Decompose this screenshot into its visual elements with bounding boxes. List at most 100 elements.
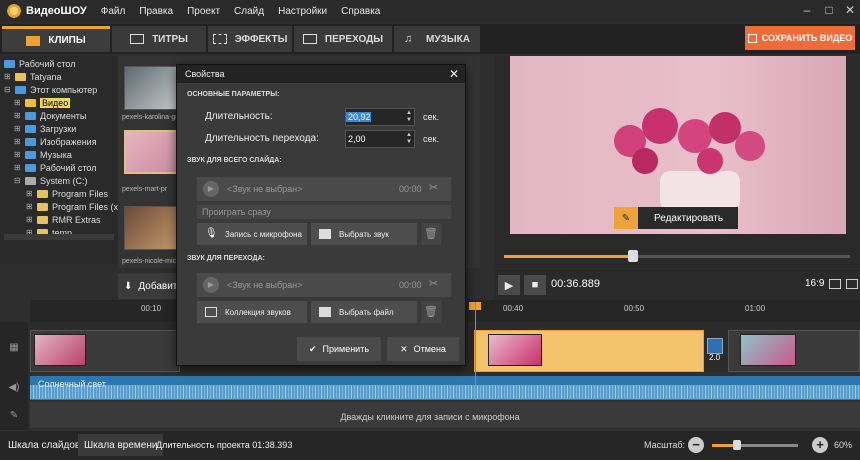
trash-icon[interactable]: 🗑 — [421, 301, 441, 323]
apply-label: Применить — [322, 344, 370, 354]
play-sound-icon[interactable]: ▶ — [203, 181, 219, 197]
transition-duration-input[interactable]: 2,00 ▲ ▼ — [345, 130, 415, 148]
expand-icon[interactable]: ⊞ — [4, 72, 12, 81]
transition-sound-time: 00:00 — [399, 280, 422, 290]
spinner-arrows-icon[interactable]: ▲ ▼ — [406, 110, 412, 124]
zoom-in-icon[interactable]: + — [812, 437, 828, 453]
close-icon[interactable]: ✕ — [843, 3, 857, 17]
preview-scrubber[interactable] — [504, 255, 850, 258]
expand-icon[interactable]: ⊞ — [14, 98, 22, 107]
expand-icon[interactable]: ⊞ — [26, 215, 34, 224]
drive-icon — [25, 176, 36, 185]
thumbnail-video-1[interactable] — [124, 66, 180, 110]
tree-item-program-files[interactable]: ⊞ Program Files — [26, 187, 108, 200]
ruler-tick-label: 00:10 — [141, 304, 162, 313]
menu-edit[interactable]: Правка — [139, 6, 173, 17]
expand-icon[interactable]: ⊞ — [14, 137, 22, 146]
scissors-icon[interactable]: ✂ — [429, 181, 438, 194]
scissors-icon[interactable]: ✂ — [429, 277, 438, 290]
duration-label: Длительность: — [205, 111, 273, 122]
menu-help[interactable]: Справка — [341, 6, 380, 17]
tab-titles[interactable]: ТИТРЫ — [112, 26, 206, 52]
trash-icon[interactable]: 🗑 — [421, 223, 441, 245]
menu-file[interactable]: Файл — [101, 6, 126, 17]
computer-icon — [15, 85, 26, 94]
zoom-out-icon[interactable]: − — [688, 437, 704, 453]
aspect-ratio[interactable]: 16:9 — [805, 278, 824, 289]
add-button[interactable]: ⬇ Добавит — [118, 273, 178, 299]
tree-item-images[interactable]: ⊞ Изображения — [14, 135, 97, 148]
tree-item-downloads[interactable]: ⊞ Загрузки — [14, 122, 76, 135]
record-microphone-button[interactable]: 🎙 Запись с микрофона — [197, 223, 307, 245]
save-video-button[interactable]: СОХРАНИТЬ ВИДЕО — [745, 26, 855, 50]
tree-item-desktop[interactable]: Рабочий стол — [4, 57, 76, 70]
tab-transitions[interactable]: ПЕРЕХОДЫ — [294, 26, 392, 52]
zoom-slider-handle[interactable] — [733, 440, 741, 450]
cancel-button[interactable]: ✕ Отмена — [387, 337, 459, 361]
tree-item-computer[interactable]: ⊟ Этот компьютер — [4, 83, 97, 96]
tree-item-desktop2[interactable]: ⊞ Рабочий стол — [14, 161, 97, 174]
fullscreen-icon[interactable] — [846, 279, 858, 289]
collapse-icon[interactable]: ⊟ — [4, 85, 12, 94]
pencil-icon: ✎ — [614, 207, 638, 229]
record-microphone-label: Запись с микрофона — [225, 229, 302, 239]
expand-icon[interactable]: ⊞ — [26, 189, 34, 198]
microphone-hint: Дважды кликните для записи с микрофона — [340, 412, 520, 422]
tree-item-system-c[interactable]: ⊟ System (C:) — [14, 174, 88, 187]
zoom-slider[interactable] — [712, 444, 798, 447]
expand-icon[interactable]: ⊞ — [14, 124, 22, 133]
scrubber-handle[interactable] — [628, 250, 638, 262]
titles-icon — [130, 34, 145, 44]
expand-icon[interactable]: ⊞ — [14, 163, 22, 172]
collapse-icon[interactable]: ⊟ — [14, 176, 22, 185]
playhead[interactable] — [475, 302, 476, 400]
tab-slides-timeline[interactable]: Шкала слайдов — [2, 434, 86, 456]
tab-clips[interactable]: КЛИПЫ — [2, 26, 110, 52]
folder-icon — [25, 150, 36, 159]
menu-slide[interactable]: Слайд — [234, 6, 264, 17]
play-sound-icon[interactable]: ▶ — [203, 277, 219, 293]
tree-item-program-files-x86[interactable]: ⊞ Program Files (x — [26, 200, 118, 213]
choose-sound-button[interactable]: Выбрать звук — [311, 223, 417, 245]
edit-button[interactable]: ✎ Редактировать — [614, 207, 738, 229]
tree-item-music[interactable]: ⊞ Музыка — [14, 148, 72, 161]
tree-item-rmr-extras[interactable]: ⊞ RMR Extras — [26, 213, 101, 226]
close-icon[interactable]: ✕ — [449, 67, 459, 81]
play-icon[interactable]: ▶ — [498, 275, 520, 295]
sound-collection-button[interactable]: Коллекция звуков — [197, 301, 307, 323]
folder-icon — [25, 137, 36, 146]
collection-icon — [205, 307, 217, 317]
check-icon: ✔ — [308, 343, 317, 354]
spinner-arrows-icon[interactable]: ▲ ▼ — [406, 132, 412, 146]
snapshot-icon[interactable] — [829, 279, 841, 289]
project-duration: Длительность проекта 01:38.393 — [156, 440, 293, 450]
maximize-icon[interactable]: □ — [822, 3, 836, 17]
duration-input[interactable]: 20,92 ▲ ▼ — [345, 108, 415, 126]
tree-item-video[interactable]: ⊞ Видео — [14, 96, 71, 109]
apply-button[interactable]: ✔ Применить — [297, 337, 381, 361]
play-immediately-checkbox[interactable]: Проиграть сразу — [197, 205, 451, 219]
thumbnail-video-3[interactable] — [124, 206, 180, 250]
folder-icon — [37, 189, 48, 198]
choose-file-button[interactable]: Выбрать файл — [311, 301, 417, 323]
tree-item-user[interactable]: ⊞ Tatyana — [4, 70, 62, 83]
add-button-label: Добавит — [138, 280, 178, 292]
transition-duration: 2.0 — [709, 353, 721, 362]
menu-project[interactable]: Проект — [187, 6, 220, 17]
expand-icon[interactable]: ⊞ — [14, 111, 22, 120]
minimize-icon[interactable]: – — [800, 3, 814, 17]
stop-icon[interactable]: ■ — [524, 275, 546, 295]
expand-icon[interactable]: ⊞ — [26, 202, 34, 211]
speaker-icon[interactable]: ◀) — [7, 382, 21, 396]
expand-icon[interactable]: ⊞ — [14, 150, 22, 159]
tree-scrollbar[interactable] — [4, 234, 114, 240]
transition-icon[interactable] — [707, 338, 723, 354]
music-icon: ♫ — [404, 33, 413, 45]
cancel-label: Отмена — [413, 344, 446, 354]
tree-label: Видео — [40, 97, 71, 108]
tree-item-documents[interactable]: ⊞ Документы — [14, 109, 86, 122]
thumbnail-video-2[interactable] — [124, 130, 180, 174]
menu-settings[interactable]: Настройки — [278, 6, 327, 17]
tab-music[interactable]: ♫ МУЗЫКА — [394, 26, 480, 52]
tab-effects[interactable]: ЭФФЕКТЫ — [208, 26, 292, 52]
